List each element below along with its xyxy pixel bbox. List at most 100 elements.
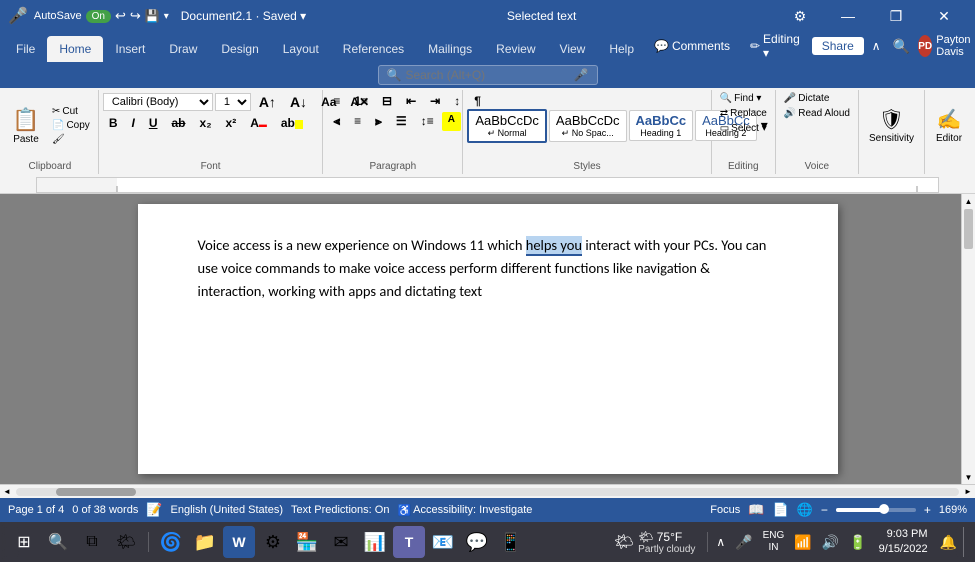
collapse-ribbon-button[interactable]: ∧: [868, 37, 885, 55]
bold-button[interactable]: B: [103, 114, 124, 132]
search-ribbon-button[interactable]: 🔍: [889, 36, 914, 57]
zoom-in-button[interactable]: +: [924, 503, 931, 517]
scroll-thumb[interactable]: [964, 209, 973, 249]
sensitivity-button[interactable]: 🛡 Sensitivity: [863, 105, 920, 146]
clock[interactable]: 9:03 PM 9/15/2022: [873, 525, 934, 560]
italic-button[interactable]: I: [125, 114, 140, 132]
proofing-icon[interactable]: 📝: [146, 502, 162, 518]
settings-taskbar-icon[interactable]: ⚙: [257, 526, 289, 558]
scrollbar-vertical[interactable]: ▲ ▼: [961, 194, 975, 484]
tab-references[interactable]: References: [331, 36, 416, 62]
align-left-button[interactable]: ⫷: [327, 112, 346, 131]
battery-icon[interactable]: 🔋: [845, 532, 870, 553]
show-desktop-button[interactable]: [963, 527, 967, 557]
style-heading1[interactable]: AaBbCc Heading 1: [629, 110, 694, 141]
minimize-button[interactable]: —: [825, 0, 871, 32]
format-painter-button[interactable]: 🖌: [48, 133, 94, 146]
style-normal[interactable]: AaBbCcDc ↵ Normal: [467, 109, 547, 143]
weather-widget[interactable]: 🌤 🌤 75°F Partly cloudy: [606, 526, 704, 559]
document-page[interactable]: Voice access is a new experience on Wind…: [138, 204, 838, 474]
user-avatar[interactable]: PD: [918, 35, 932, 57]
editing-button[interactable]: ✏ Editing ▾: [742, 30, 808, 62]
bullets-button[interactable]: ≡: [327, 92, 346, 110]
redo-icon[interactable]: ↪: [130, 8, 141, 24]
hscroll-right-button[interactable]: ►: [961, 485, 975, 499]
phone-icon[interactable]: 📱: [495, 526, 527, 558]
mic-search-icon[interactable]: 🎤: [574, 68, 589, 82]
tab-design[interactable]: Design: [209, 36, 270, 62]
find-button[interactable]: 🔍 Find ▾: [716, 92, 766, 105]
hscroll-left-button[interactable]: ◄: [0, 485, 14, 499]
start-button[interactable]: ⊞: [8, 526, 40, 558]
customize-qa[interactable]: ▾: [164, 11, 169, 22]
numbering-button[interactable]: 1≡: [348, 92, 374, 110]
shading-button[interactable]: A: [442, 112, 461, 131]
tab-file[interactable]: File: [4, 36, 47, 62]
select-button[interactable]: ▭ Select ▾: [716, 122, 771, 135]
explorer-icon[interactable]: 📁: [189, 526, 221, 558]
hscroll-thumb[interactable]: [56, 488, 136, 496]
decrease-font-button[interactable]: A↓: [284, 92, 313, 112]
task-view-button[interactable]: ⧉: [76, 526, 108, 558]
increase-font-button[interactable]: A↑: [253, 92, 282, 112]
dictate-button[interactable]: 🎤 Dictate: [780, 92, 834, 105]
word-count[interactable]: 0 of 38 words: [72, 504, 138, 516]
highlight-button[interactable]: ab▬: [275, 114, 309, 132]
page-count[interactable]: Page 1 of 4: [8, 504, 64, 516]
scroll-down-button[interactable]: ▼: [962, 470, 975, 484]
undo-icon[interactable]: ↩: [115, 8, 126, 24]
tab-draw[interactable]: Draw: [157, 36, 209, 62]
web-layout-icon[interactable]: 🌐: [797, 502, 813, 518]
language[interactable]: English (United States): [171, 504, 284, 516]
style-no-spacing[interactable]: AaBbCcDc ↵ No Spac...: [549, 110, 627, 142]
focus-button[interactable]: Focus: [710, 504, 740, 516]
autosave-toggle[interactable]: On: [86, 10, 111, 23]
doc-name[interactable]: Document2.1 · Saved ▾: [181, 9, 306, 23]
paste-button[interactable]: 📋 Paste: [6, 105, 46, 147]
zoom-level[interactable]: 169%: [939, 504, 967, 516]
search-input[interactable]: [405, 68, 573, 82]
decrease-indent-button[interactable]: ⇤: [400, 92, 422, 110]
scrollbar-horizontal[interactable]: ◄ ►: [0, 484, 975, 498]
tab-mailings[interactable]: Mailings: [416, 36, 484, 62]
copy-button[interactable]: 📄Copy: [48, 119, 94, 132]
tab-layout[interactable]: Layout: [271, 36, 331, 62]
tab-insert[interactable]: Insert: [103, 36, 157, 62]
tab-home[interactable]: Home: [47, 36, 103, 62]
scroll-up-button[interactable]: ▲: [962, 194, 975, 208]
volume-icon[interactable]: 🔊: [818, 532, 843, 553]
lang-button[interactable]: ENGIN: [759, 528, 789, 556]
font-size-select[interactable]: 11: [215, 93, 251, 111]
align-right-button[interactable]: ⫸: [369, 112, 388, 131]
align-center-button[interactable]: ≡: [348, 112, 367, 131]
accessibility-check[interactable]: ♿ Accessibility: Investigate: [397, 504, 532, 517]
share-button[interactable]: Share: [812, 37, 864, 55]
multilevel-button[interactable]: ⊟: [376, 92, 398, 110]
tab-view[interactable]: View: [548, 36, 598, 62]
search-button[interactable]: 🔍: [42, 526, 74, 558]
justify-button[interactable]: ☰: [390, 112, 413, 131]
teams-icon[interactable]: T: [393, 526, 425, 558]
zoom-out-button[interactable]: −: [821, 503, 828, 517]
cut-button[interactable]: ✂Cut: [48, 105, 94, 118]
underline-button[interactable]: U: [143, 114, 164, 132]
tab-help[interactable]: Help: [597, 36, 646, 62]
line-spacing-button[interactable]: ↕≡: [415, 112, 440, 131]
edge-icon[interactable]: 🌀: [155, 526, 187, 558]
superscript-button[interactable]: x²: [220, 114, 243, 132]
mail-icon[interactable]: ✉: [325, 526, 357, 558]
powerpoint-icon[interactable]: 📊: [359, 526, 391, 558]
settings-icon[interactable]: ⚙: [777, 0, 823, 32]
network-icon[interactable]: 📶: [790, 532, 815, 553]
restore-button[interactable]: ❐: [873, 0, 919, 32]
outlook-icon[interactable]: 📧: [427, 526, 459, 558]
word-icon[interactable]: W: [223, 526, 255, 558]
notification-button[interactable]: 🔔: [936, 532, 961, 553]
comments-button[interactable]: 💬 Comments: [646, 37, 738, 55]
replace-button[interactable]: ⇄ Replace: [716, 107, 771, 120]
zoom-slider[interactable]: [836, 508, 916, 512]
read-aloud-button[interactable]: 🔊 Read Aloud: [780, 107, 854, 120]
store-icon[interactable]: 🏪: [291, 526, 323, 558]
chat-icon[interactable]: 💬: [461, 526, 493, 558]
print-layout-icon[interactable]: 📄: [772, 502, 788, 518]
